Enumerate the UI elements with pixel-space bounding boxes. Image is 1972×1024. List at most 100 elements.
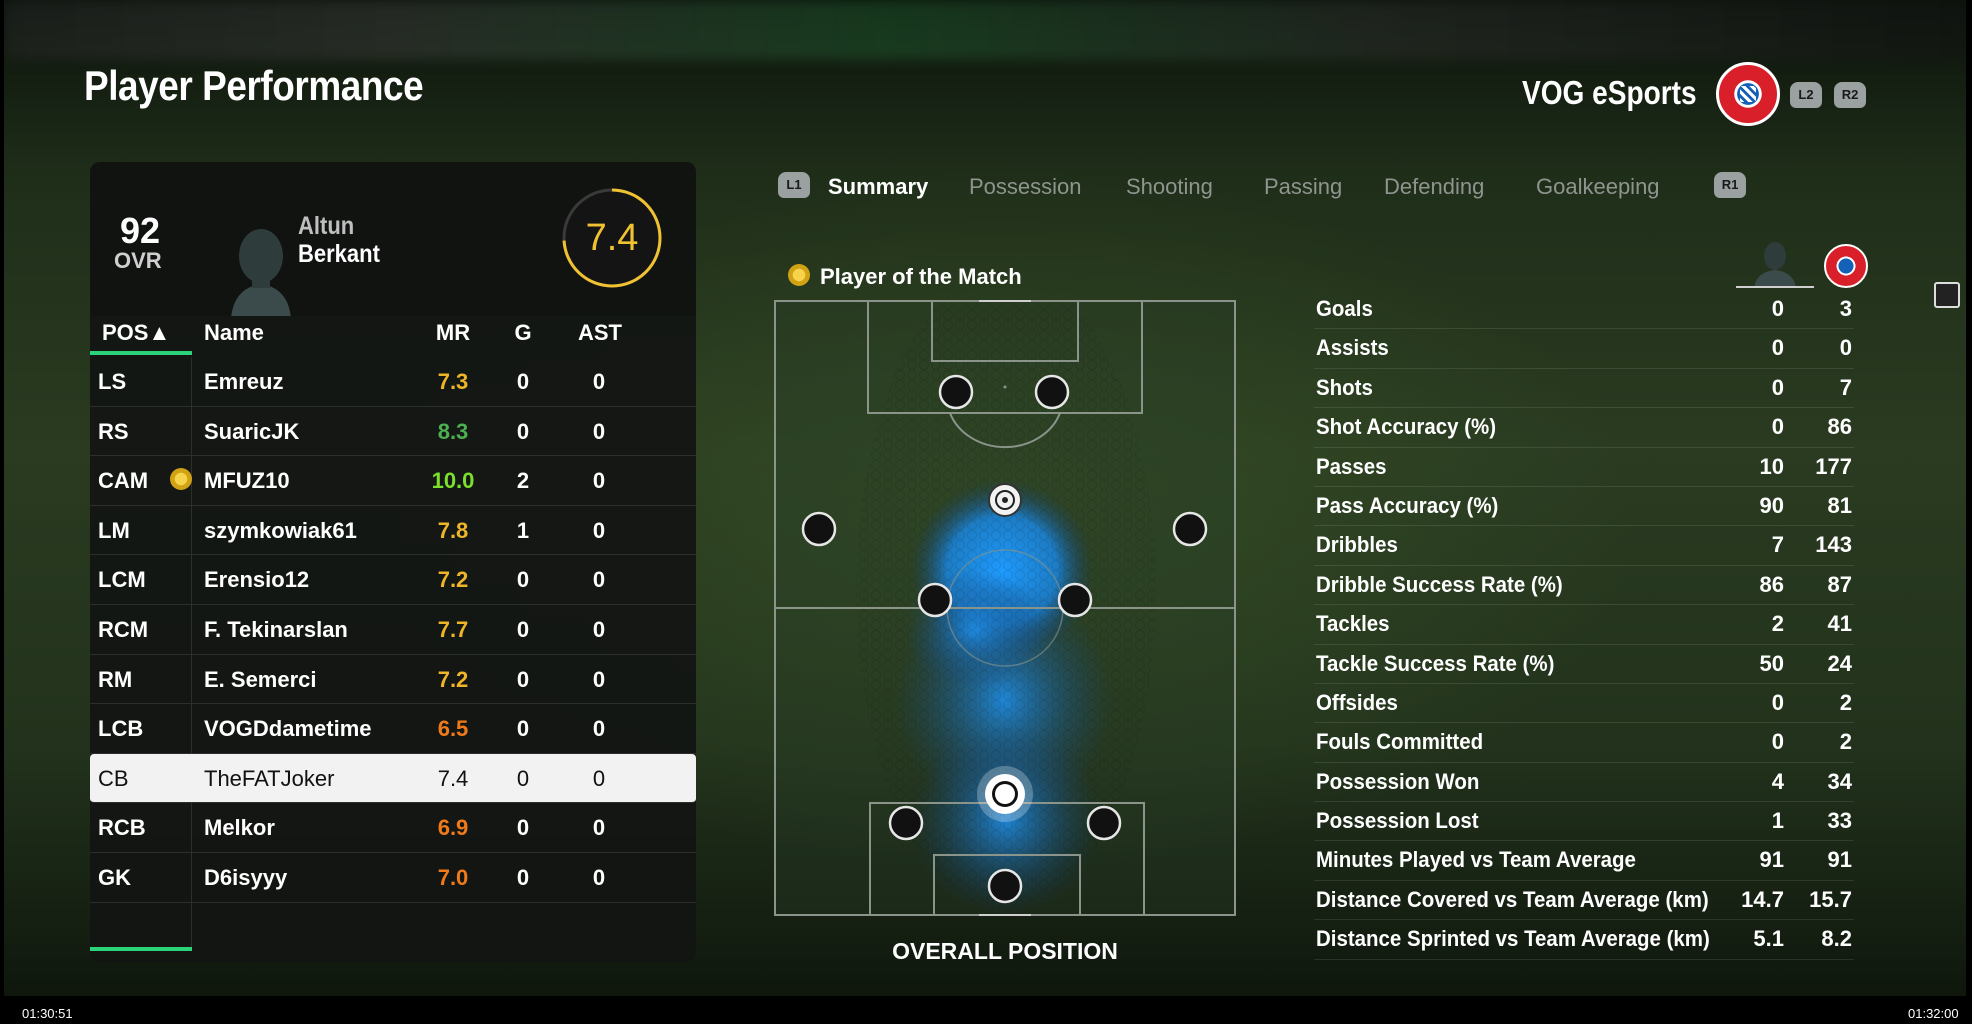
stat-row: Distance Sprinted vs Team Average (km) 5.… xyxy=(1314,920,1854,960)
stat-player-value: 4 xyxy=(1771,768,1784,794)
row-assists: 0 xyxy=(592,567,606,593)
player-last-name: Berkant xyxy=(298,240,380,268)
row-name: Erensio12 xyxy=(204,567,310,593)
table-row[interactable]: RS SuaricJK 8.3 0 0 xyxy=(90,406,696,457)
row-position: RCM xyxy=(98,616,149,642)
stat-player-value: 0 xyxy=(1771,414,1784,440)
table-row[interactable]: GK D6isyyy 7.0 0 0 xyxy=(90,852,696,903)
stat-player-value: 0 xyxy=(1771,729,1784,755)
l1-button[interactable]: L1 xyxy=(778,172,810,198)
stat-label: Goals xyxy=(1316,296,1373,321)
col-header-name[interactable]: Name xyxy=(204,320,264,346)
r1-button[interactable]: R1 xyxy=(1714,172,1746,198)
table-row[interactable]: LCM Erensio12 7.2 0 0 xyxy=(90,555,696,605)
stat-player-value: 90 xyxy=(1759,492,1784,518)
row-match-rating: 7.2 xyxy=(437,567,469,593)
stat-team-value: 33 xyxy=(1827,808,1852,834)
table-row[interactable]: RCB Melkor 6.9 0 0 xyxy=(90,803,696,853)
player-dot-rcb xyxy=(1086,805,1122,841)
l2-button[interactable]: L2 xyxy=(1790,82,1822,108)
stat-player-value: 0 xyxy=(1771,335,1784,361)
stat-row: Tackles 2 41 xyxy=(1314,605,1854,645)
ovr-label: OVR xyxy=(114,248,162,273)
tab-possession[interactable]: Possession xyxy=(969,174,1082,200)
stat-row: Offsides 0 2 xyxy=(1314,684,1854,724)
player-dot-gk xyxy=(987,868,1023,904)
stat-team-value: 34 xyxy=(1827,768,1852,794)
row-goals: 0 xyxy=(516,616,530,642)
row-goals: 2 xyxy=(516,468,530,494)
col-header-mr[interactable]: MR xyxy=(428,320,478,346)
stat-team-value: 24 xyxy=(1827,650,1852,676)
stat-row: Shots 0 7 xyxy=(1314,369,1854,409)
player-dot-cam xyxy=(988,483,1022,517)
stat-label: Assists xyxy=(1316,335,1389,361)
team-badge-small-icon xyxy=(1824,244,1868,288)
stat-row: Pass Accuracy (%) 90 81 xyxy=(1314,487,1854,527)
table-row[interactable]: LCB VOGDdametime 6.5 0 0 xyxy=(90,704,696,754)
r2-button[interactable]: R2 xyxy=(1834,82,1866,108)
stat-row: Tackle Success Rate (%) 50 24 xyxy=(1314,645,1854,684)
stat-row: Passes 10 177 xyxy=(1314,448,1854,487)
tab-goalkeeping[interactable]: Goalkeeping xyxy=(1536,174,1660,200)
stat-row: Goals 0 3 xyxy=(1314,290,1854,330)
stat-player-value: 10 xyxy=(1759,453,1784,479)
row-assists: 0 xyxy=(592,716,606,742)
row-assists: 0 xyxy=(592,468,606,494)
row-position: CB xyxy=(98,765,129,791)
row-position: CAM xyxy=(98,468,149,494)
player-dot-rm xyxy=(1172,511,1208,547)
row-position: LM xyxy=(98,517,130,543)
table-row[interactable]: LM szymkowiak61 7.8 1 0 xyxy=(90,505,696,556)
col-header-ast[interactable]: AST xyxy=(570,320,630,346)
tab-defending[interactable]: Defending xyxy=(1384,174,1484,200)
row-match-rating: 7.3 xyxy=(437,369,469,394)
match-rating-value: 7.4 xyxy=(585,217,639,259)
stat-team-value: 3 xyxy=(1839,296,1852,321)
table-row[interactable]: RM E. Semerci 7.2 0 0 xyxy=(90,654,696,705)
pitch-title: OVERALL POSITION xyxy=(892,938,1118,964)
tab-summary[interactable]: Summary xyxy=(828,174,928,200)
row-assists: 0 xyxy=(592,418,606,444)
row-goals: 0 xyxy=(516,369,530,394)
table-row[interactable]: CB TheFATJoker 7.4 0 0 xyxy=(90,753,696,804)
scroll-indicator xyxy=(90,947,192,951)
stat-team-value: 0 xyxy=(1839,335,1852,361)
game-screen: Player Performance VOG eSports L2 R2 92 … xyxy=(4,0,1966,996)
row-goals: 0 xyxy=(516,567,530,593)
stat-team-value: 8.2 xyxy=(1821,926,1852,952)
row-match-rating: 6.9 xyxy=(437,815,469,841)
stat-player-value: 0 xyxy=(1771,689,1784,715)
row-assists: 0 xyxy=(592,666,606,692)
row-assists: 0 xyxy=(592,815,606,841)
row-name: Melkor xyxy=(204,815,275,841)
tab-passing[interactable]: Passing xyxy=(1264,174,1342,200)
player-card: 92 OVR Altun Berkant 7.4 xyxy=(90,162,696,316)
col-header-g[interactable]: G xyxy=(508,320,538,346)
stat-team-value: 2 xyxy=(1839,729,1852,755)
row-name: TheFATJoker xyxy=(204,765,335,791)
tab-shooting[interactable]: Shooting xyxy=(1126,174,1213,200)
table-row[interactable]: RCM F. Tekinarslan 7.7 0 0 xyxy=(90,604,696,655)
stat-label: Distance Sprinted vs Team Average (km) xyxy=(1316,926,1710,952)
expand-icon[interactable] xyxy=(1934,282,1960,308)
table-row[interactable]: CAM MFUZ10 10.0 2 0 xyxy=(90,456,696,506)
stat-player-value: 50 xyxy=(1759,650,1784,676)
row-name: E. Semerci xyxy=(204,666,317,692)
stat-team-value: 143 xyxy=(1815,532,1852,558)
row-name: Emreuz xyxy=(204,369,284,394)
stat-player-value: 14.7 xyxy=(1741,886,1784,912)
row-position: RCB xyxy=(98,815,146,841)
stat-player-value: 1 xyxy=(1771,808,1784,834)
row-name: F. Tekinarslan xyxy=(204,616,348,642)
blurred-top-bar xyxy=(4,0,1966,60)
row-goals: 0 xyxy=(516,418,530,444)
stat-row: Assists 0 0 xyxy=(1314,329,1854,369)
stat-row: Dribble Success Rate (%) 86 87 xyxy=(1314,566,1854,606)
table-row[interactable]: LS Emreuz 7.3 0 0 xyxy=(90,357,696,407)
stat-row: Possession Lost 1 33 xyxy=(1314,802,1854,842)
stat-label: Shots xyxy=(1316,374,1373,400)
row-assists: 0 xyxy=(592,616,606,642)
row-name: VOGDdametime xyxy=(204,716,372,742)
col-header-pos[interactable]: POS▲ xyxy=(102,320,170,346)
